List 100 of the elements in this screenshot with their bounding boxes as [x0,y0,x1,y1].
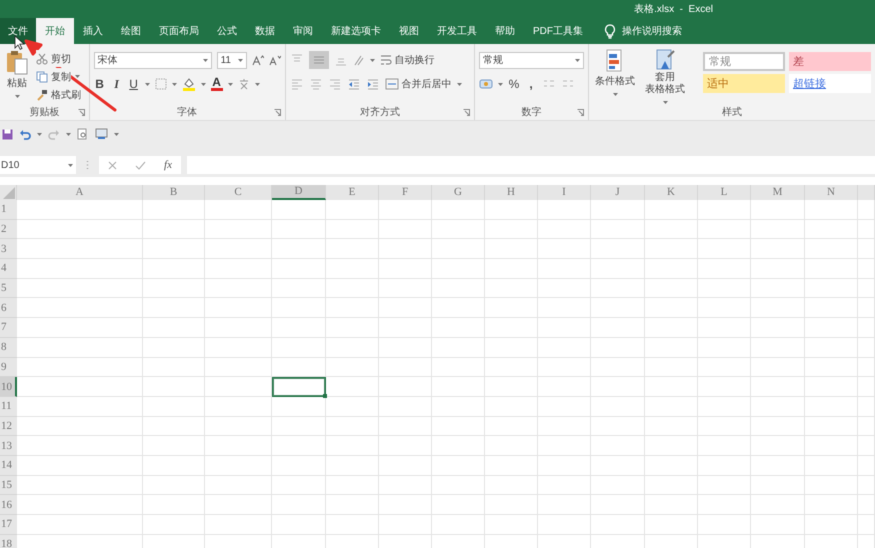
percent-button[interactable]: % [508,77,520,91]
grid-cell[interactable] [326,358,379,378]
grid-cell[interactable] [272,278,326,298]
grid-cell[interactable] [143,456,205,476]
grid-cell[interactable] [272,200,326,220]
grid-cell[interactable] [751,377,805,397]
grid-cell[interactable] [205,259,272,279]
redo-icon[interactable] [48,128,60,140]
cell-style-item[interactable]: 适中 [703,74,785,93]
grid-cell[interactable] [538,515,591,535]
grid-cell[interactable] [538,239,591,260]
grid-cell[interactable] [205,239,272,260]
grid-cell[interactable] [805,476,858,496]
grid-cell[interactable] [751,338,805,358]
grid-cell[interactable] [698,416,751,436]
grid-cell[interactable] [326,200,379,220]
row-header[interactable]: 8 [0,338,17,358]
grid-cell[interactable] [591,495,645,515]
grid-cell[interactable] [432,377,485,397]
grid-cell[interactable] [858,377,875,397]
grid-cell[interactable] [858,456,875,476]
grid-cell[interactable] [645,515,698,535]
grid-cell[interactable] [205,220,272,240]
caret-icon[interactable] [498,82,503,86]
grid-cell[interactable] [858,278,875,298]
column-header[interactable]: C [205,185,272,200]
caret-icon[interactable] [68,164,73,166]
grid-cell[interactable] [326,239,379,260]
grid-cell[interactable] [645,298,698,318]
grid-cell[interactable] [326,495,379,515]
insert-function-button[interactable]: fx [164,159,172,171]
grid-cell[interactable] [326,456,379,476]
grid-cell[interactable] [805,259,858,279]
grid-cell[interactable] [205,377,272,397]
grid-cell[interactable] [326,278,379,298]
grid-cell[interactable] [432,278,485,298]
grid-cell[interactable] [143,416,205,436]
decrease-indent-icon[interactable] [346,78,361,90]
grid-cell[interactable] [858,416,875,436]
grid-cell[interactable] [858,476,875,496]
grid-cell[interactable] [143,239,205,260]
grid-cell[interactable] [379,436,432,456]
grid-cell[interactable] [205,476,272,496]
grid-cell[interactable] [538,495,591,515]
grid-cell[interactable] [379,239,432,260]
grid-cell[interactable] [858,358,875,378]
grid-cell[interactable] [272,239,326,260]
grid-cell[interactable] [432,259,485,279]
column-header[interactable]: I [538,185,591,200]
grid-cell[interactable] [645,456,698,476]
grid-cell[interactable] [591,416,645,436]
row-header[interactable]: 7 [0,318,17,338]
grid-cell[interactable] [379,515,432,535]
grid-cell[interactable] [591,456,645,476]
currency-icon[interactable] [479,78,493,90]
grid-cell[interactable] [379,200,432,220]
grid-cell[interactable] [751,416,805,436]
grid-cell[interactable] [645,358,698,378]
caret-icon[interactable] [144,82,150,86]
grid-cell[interactable] [591,515,645,535]
grid-cell[interactable] [591,476,645,496]
caret-icon[interactable] [37,132,42,136]
column-header[interactable]: E [326,185,379,200]
grid-cell[interactable] [591,318,645,338]
grid-cell[interactable] [272,220,326,240]
caret-icon[interactable] [75,75,80,78]
format-painter-button[interactable]: 格式刷 [36,86,81,103]
grid-cell[interactable] [538,259,591,279]
grid-cell[interactable] [17,298,143,318]
grid-cell[interactable] [17,318,143,338]
grid-cell[interactable] [485,456,538,476]
caret-icon[interactable] [200,82,206,86]
grid-cell[interactable] [538,338,591,358]
grid-cell[interactable] [751,220,805,240]
grid-cell[interactable] [326,318,379,338]
row-header[interactable]: 10 [0,377,17,397]
row-header[interactable]: 14 [0,456,17,476]
grid-cell[interactable] [858,495,875,515]
grid-cell[interactable] [272,396,326,417]
orientation-icon[interactable] [352,54,365,66]
grid-cell[interactable] [698,456,751,476]
grid-cell[interactable] [698,318,751,338]
caret-icon[interactable] [202,58,208,62]
grid-cell[interactable] [805,338,858,358]
caret-icon[interactable] [172,82,177,86]
grid-cell[interactable] [698,476,751,496]
grid-cell[interactable] [645,278,698,298]
grid-cell[interactable] [751,476,805,496]
grid-cell[interactable] [858,200,875,220]
grid-cell[interactable] [591,220,645,240]
grid-cell[interactable] [326,416,379,436]
grid-cell[interactable] [485,278,538,298]
grid-cell[interactable] [698,259,751,279]
grid-cell[interactable] [805,298,858,318]
grid-cell[interactable] [645,416,698,436]
grid-cell[interactable] [591,278,645,298]
ribbon-tab[interactable]: 开始 [36,18,74,44]
merge-center-button[interactable]: 合并后居中 [384,76,452,92]
grid-cell[interactable] [17,377,143,397]
grid-cell[interactable] [645,396,698,417]
